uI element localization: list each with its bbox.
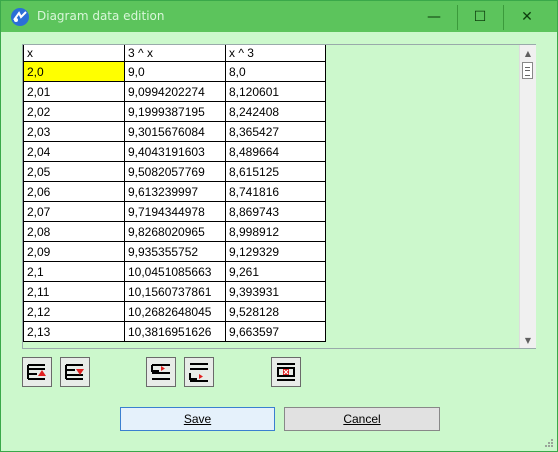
save-button[interactable]: Save [120,407,275,431]
title-bar[interactable]: Diagram data edition — ☐ ✕ [1,1,557,32]
table-cell[interactable]: 9,528128 [225,301,326,322]
table-cell[interactable]: 9,1999387195 [124,101,226,122]
header-row: x 3 ^ x x ^ 3 [23,45,326,62]
table-cell[interactable]: 8,869743 [225,201,326,222]
close-button[interactable]: ✕ [504,1,550,32]
table-cell[interactable]: 2,09 [23,241,125,262]
table-row: 2,09 9,935355752 9,129329 [23,241,326,262]
table-cell[interactable]: 9,8268020965 [124,221,226,242]
table-cell[interactable]: 9,935355752 [124,241,226,262]
table-cell[interactable]: 2,04 [23,141,125,162]
table-cell[interactable]: 9,261 [225,261,326,282]
table-cell[interactable]: 8,741816 [225,181,326,202]
table-row: 2,13 10,3816951626 9,663597 [23,321,326,342]
table-cell[interactable]: 9,3015676084 [124,121,226,142]
delete-column-icon [277,363,295,381]
table-row: 2,07 9,7194344978 8,869743 [23,201,326,222]
cancel-button-label: Cancel [343,412,381,426]
delete-row-icon [65,364,84,380]
table-row: 2,11 10,1560737861 9,393931 [23,281,326,302]
insert-row-button[interactable] [22,357,52,387]
table-cell[interactable]: 2,13 [23,321,125,342]
window-title: Diagram data edition [37,9,165,23]
insert-row-above-icon [27,364,46,380]
app-logo-icon [11,8,29,26]
scroll-thumb[interactable] [522,62,533,79]
table-cell[interactable]: 8,615125 [225,161,326,182]
table-cell[interactable]: 8,120601 [225,81,326,102]
table-cell[interactable]: 9,0 [124,61,226,82]
column-header-x[interactable]: x [23,45,125,62]
scroll-down-icon[interactable]: ▼ [520,332,536,348]
table-cell[interactable]: 8,998912 [225,221,326,242]
column-header-x-pow-3[interactable]: x ^ 3 [225,45,326,62]
insert-column-after-icon [189,363,208,382]
table-row: 2,03 9,3015676084 8,365427 [23,121,326,142]
table-cell[interactable]: 9,129329 [225,241,326,262]
table-cell[interactable]: 9,7194344978 [124,201,226,222]
table-cell[interactable]: 10,2682648045 [124,301,226,322]
table-cell[interactable]: 10,1560737861 [124,281,226,302]
table-cell[interactable]: 8,489664 [225,141,326,162]
table-row: 2,06 9,613239997 8,741816 [23,181,326,202]
table-cell[interactable]: 9,663597 [225,321,326,342]
table-row: 2,04 9,4043191603 8,489664 [23,141,326,162]
column-header-3-pow-x[interactable]: 3 ^ x [124,45,226,62]
table-cell[interactable]: 10,3816951626 [124,321,226,342]
table-row: 2,05 9,5082057769 8,615125 [23,161,326,182]
table-row: 2,0 9,0 8,0 [23,61,326,82]
table-cell[interactable]: 2,08 [23,221,125,242]
table-cell[interactable]: 9,0994202274 [124,81,226,102]
table-cell[interactable]: 9,393931 [225,281,326,302]
table-cell[interactable]: 10,0451085663 [124,261,226,282]
table-cell[interactable]: 2,11 [23,281,125,302]
selected-cell[interactable]: 2,0 [23,61,125,82]
table-cell[interactable]: 8,365427 [225,121,326,142]
table-cell[interactable]: 2,03 [23,121,125,142]
table-row: 2,1 10,0451085663 9,261 [23,261,326,282]
scroll-up-icon[interactable]: ▲ [520,45,536,61]
table-row: 2,08 9,8268020965 8,998912 [23,221,326,242]
table-cell[interactable]: 8,0 [225,61,326,82]
table-cell[interactable]: 2,06 [23,181,125,202]
data-table: x 3 ^ x x ^ 3 2,0 9,0 8,0 2,01 9,0994202274 8… [23,45,326,342]
table-row: 2,12 10,2682648045 9,528128 [23,301,326,322]
table-row: 2,01 9,0994202274 8,120601 [23,81,326,102]
insert-column-after-button[interactable] [184,357,214,387]
delete-column-button[interactable] [271,357,301,387]
table-cell[interactable]: 9,5082057769 [124,161,226,182]
table-cell[interactable]: 9,613239997 [124,181,226,202]
minimize-button[interactable]: — [411,1,457,32]
maximize-button[interactable]: ☐ [457,1,503,32]
table-row: 2,02 9,1999387195 8,242408 [23,101,326,122]
table-cell[interactable]: 2,1 [23,261,125,282]
table-cell[interactable]: 2,12 [23,301,125,322]
table-cell[interactable]: 2,01 [23,81,125,102]
data-grid[interactable]: x 3 ^ x x ^ 3 2,0 9,0 8,0 2,01 9,0994202274 8… [22,44,536,349]
table-cell[interactable]: 2,05 [23,161,125,182]
resize-grip-icon[interactable] [544,438,554,448]
table-cell[interactable]: 8,242408 [225,101,326,122]
diagram-data-window: Diagram data edition — ☐ ✕ x 3 ^ x x ^ 3… [0,0,558,452]
maximize-icon: ☐ [473,8,487,25]
insert-column-button[interactable] [146,357,176,387]
insert-column-icon [151,364,170,380]
table-cell[interactable]: 9,4043191603 [124,141,226,162]
minimize-icon: — [427,8,441,25]
save-button-label: Save [183,412,212,426]
vertical-scrollbar[interactable]: ▲ ▼ [519,45,536,348]
table-cell[interactable]: 2,07 [23,201,125,222]
cancel-button[interactable]: Cancel [284,407,440,431]
table-cell[interactable]: 2,02 [23,101,125,122]
close-icon: ✕ [521,8,533,25]
delete-row-button[interactable] [60,357,90,387]
